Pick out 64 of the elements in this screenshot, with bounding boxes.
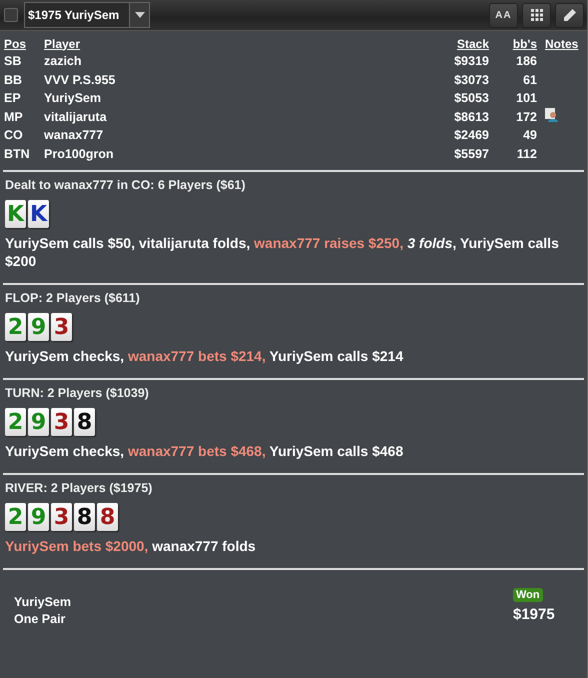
table-cell-text: CO [3, 127, 24, 144]
table-cell-text: SB [3, 53, 22, 70]
pot-amount: $1975 [513, 606, 555, 623]
table-cell-text: vitalijaruta [43, 108, 108, 126]
table-cell-text: 49 [522, 127, 538, 144]
grid-icon [530, 9, 542, 21]
playing-card: 9 [28, 408, 49, 436]
table-cell-text: VVV P.S.955 [43, 72, 116, 89]
table-cell-text: BTN [3, 146, 31, 163]
table-cell-text: 61 [522, 72, 538, 89]
column-header[interactable]: Notes [541, 35, 587, 52]
note-icon[interactable] [545, 108, 559, 122]
table-cell-text: 186 [515, 53, 538, 70]
table-cell-text: $3073 [453, 72, 490, 89]
table-cell-text: zazich [43, 53, 83, 70]
column-header[interactable]: Player [40, 35, 415, 52]
playing-card: 3 [51, 313, 72, 341]
edit-button[interactable] [555, 2, 584, 28]
playing-card: 8 [74, 408, 95, 436]
table-cell-text: MP [3, 108, 24, 126]
playing-card: 8 [97, 503, 118, 531]
playing-card: 2 [5, 503, 26, 531]
hand-rank: One Pair [14, 611, 66, 628]
playing-card: K [5, 200, 26, 228]
playing-card: K [28, 200, 49, 228]
table-cell-text: $9319 [453, 53, 490, 70]
table-cell-text: wanax777 [43, 127, 104, 144]
action-text: YuriySem bets $2000, wanax777 folds [5, 537, 257, 555]
winner-name: YuriySem [14, 594, 71, 611]
table-cell-text: $8613 [453, 108, 490, 126]
table-cell-text: BB [3, 72, 24, 89]
playing-card: 3 [51, 503, 72, 531]
table-cell-text: 112 [516, 146, 538, 163]
playing-card: 8 [74, 503, 95, 531]
column-header[interactable]: bb's [493, 35, 541, 52]
font-size-button[interactable]: AA [489, 2, 518, 28]
table-cell-text: $5597 [453, 146, 490, 163]
table-cell-text: EP [3, 90, 22, 108]
table-cell-text: $5053 [453, 90, 490, 108]
column-header[interactable]: Pos [0, 35, 40, 52]
column-header[interactable]: Stack [415, 35, 493, 52]
action-text: YuriySem checks, wanax777 bets $214, YuriySem calls $214 [5, 347, 404, 365]
street-title: RIVER: 2 Players ($1975) [5, 481, 154, 495]
action-text: YuriySem calls $50, vitalijaruta folds, wanax777 raises $250, 3 folds, YuriySem calls $200 [5, 234, 560, 270]
street-title: FLOP: 2 Players ($611) [5, 291, 141, 305]
playing-card: 9 [28, 313, 49, 341]
checkbox[interactable] [4, 8, 18, 22]
action-text: YuriySem checks, wanax777 bets $468, YuriySem calls $468 [5, 442, 404, 460]
table-cell-text: 172 [515, 108, 538, 126]
table-cell-text: 101 [515, 90, 538, 108]
street-title: TURN: 2 Players ($1039) [5, 386, 150, 400]
playing-card: 2 [5, 313, 26, 341]
table-cell-text: Pro100gron [43, 146, 114, 163]
caret-icon [134, 12, 144, 18]
table-cell-text: $2469 [453, 127, 490, 144]
result-badge: Won [513, 588, 543, 602]
playing-card: 9 [28, 503, 49, 531]
playing-card: 3 [51, 408, 72, 436]
hand-select[interactable]: $1975 YuriySem [24, 2, 150, 28]
playing-card: 2 [5, 408, 26, 436]
street-title: Dealt to wanax777 in CO: 6 Players ($61) [5, 178, 246, 192]
grid-button[interactable] [522, 2, 551, 28]
pencil-icon [562, 8, 577, 22]
table-cell-text: YuriySem [43, 90, 102, 108]
